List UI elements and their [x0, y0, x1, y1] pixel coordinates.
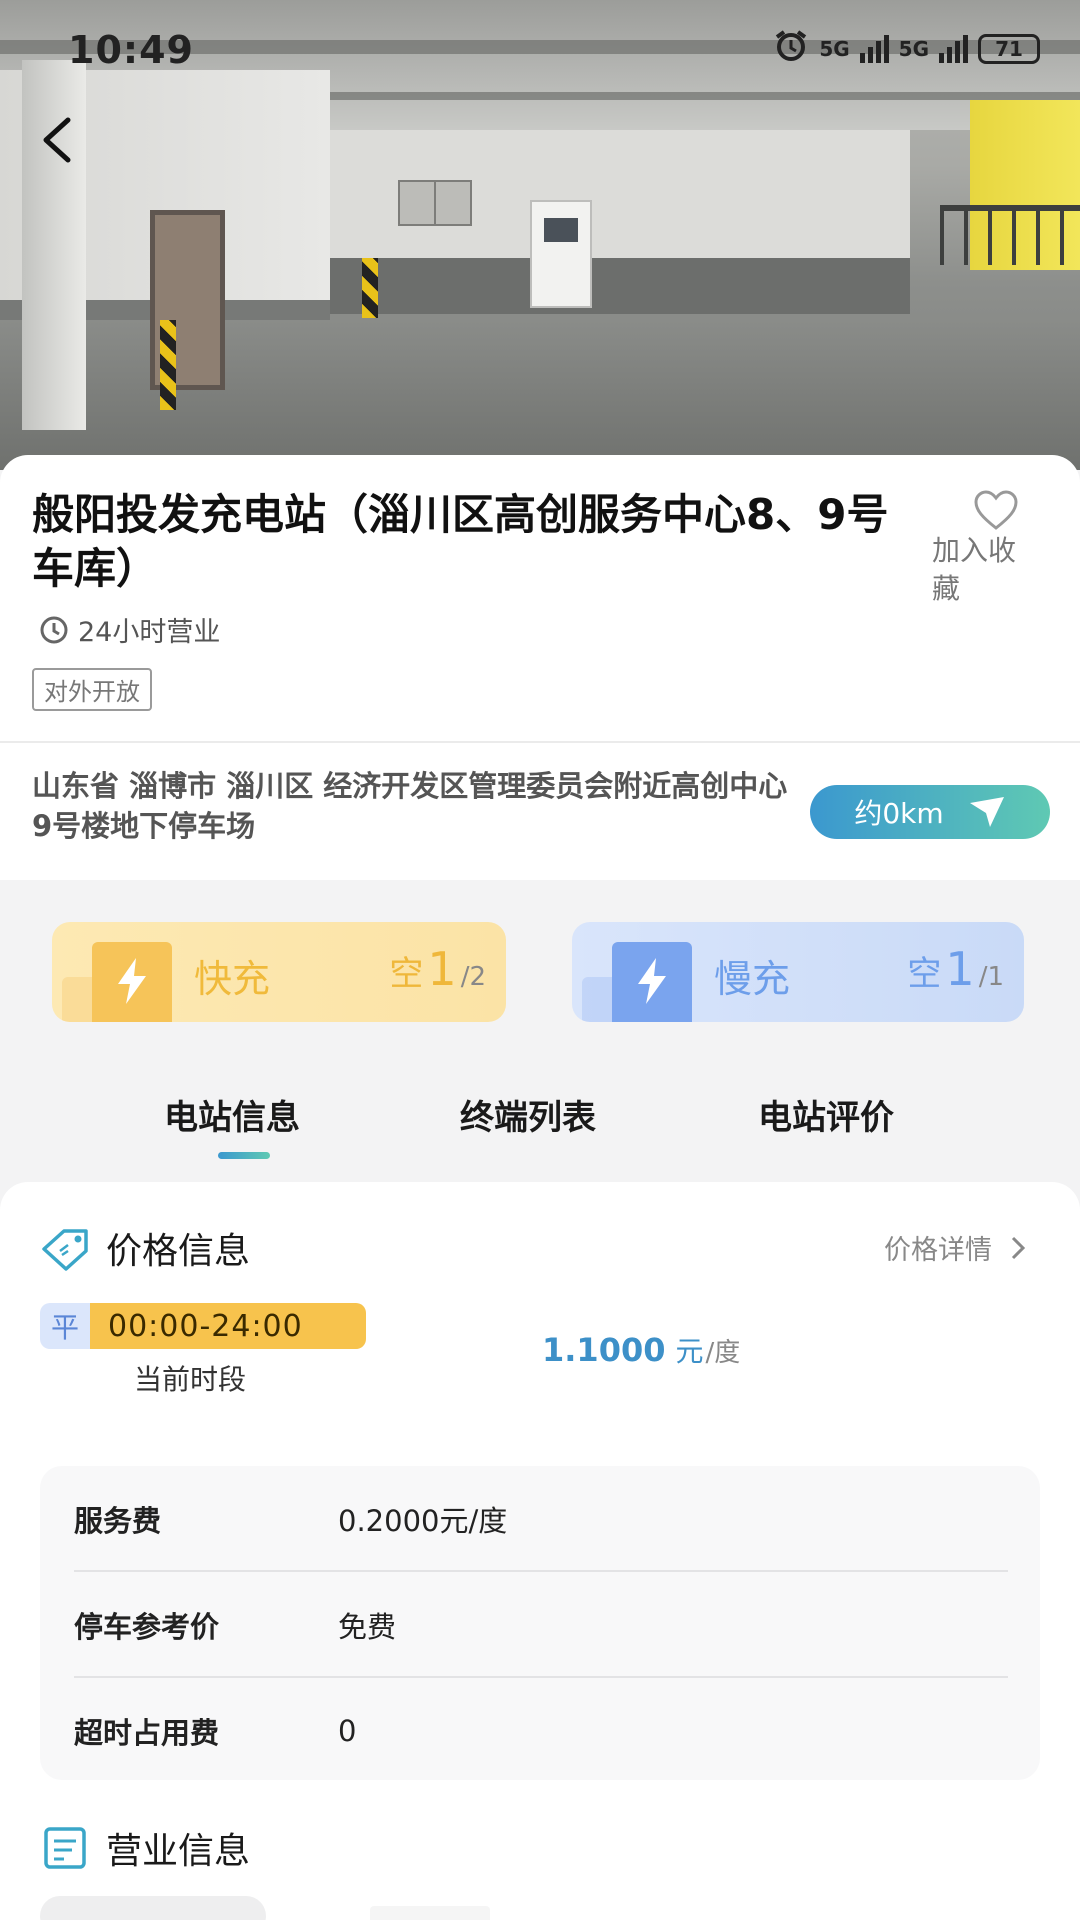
station-address: 山东省 淄博市 淄川区 经济开发区管理委员会附近高创中心9号楼地下停车场	[32, 769, 788, 843]
signal-icon-2	[939, 34, 968, 63]
battery-icon: 71	[978, 33, 1040, 64]
fast-free-prefix: 空	[389, 954, 424, 994]
hours-text: 24小时营业	[78, 617, 221, 648]
current-price: 1.1000 元 /度	[542, 1330, 740, 1370]
access-tag: 对外开放	[32, 668, 152, 711]
favorite-label: 加入收藏	[932, 534, 1017, 605]
signal-icon	[859, 34, 889, 63]
fee-row-service: 服务费 0.2000元/度	[74, 1466, 1008, 1572]
fee-list: 服务费 0.2000元/度 停车参考价 免费 超时占用费 0	[40, 1466, 1040, 1780]
navigation-arrow-icon	[969, 797, 1004, 827]
divider	[0, 741, 1080, 743]
period-range: 00:00-24:00	[90, 1303, 366, 1349]
slow-charge-icon	[612, 942, 692, 1022]
slow-available-count: 1	[945, 942, 975, 996]
slow-total-count: /1	[978, 962, 1004, 992]
business-hours-chip	[40, 1896, 266, 1920]
period-type: 平	[40, 1303, 90, 1349]
status-time: 10:49	[68, 28, 194, 72]
current-period-badge: 平 00:00-24:00	[40, 1303, 366, 1349]
current-period-label: 当前时段	[134, 1363, 247, 1396]
price-value: 1.1000	[542, 1331, 666, 1369]
fast-charge-icon	[92, 942, 172, 1022]
fast-charger-availability: 空 1 /2	[389, 942, 486, 996]
price-detail-label: 价格详情	[884, 1235, 992, 1266]
fee-row-parking: 停车参考价 免费	[74, 1572, 1008, 1678]
tab-terminal-list[interactable]: 终端列表	[460, 1090, 596, 1139]
price-detail-link[interactable]: 价格详情	[884, 1228, 1026, 1267]
slow-charger-card[interactable]: 慢充 空 1 /1	[572, 922, 1024, 1022]
fee-value: 0.2000元/度	[338, 1504, 508, 1538]
slow-free-prefix: 空	[907, 954, 942, 994]
tab-bar: 电站信息 终端列表 电站评价	[0, 1090, 1080, 1160]
distance-label: 约0km	[854, 797, 944, 830]
fee-label: 服务费	[74, 1504, 162, 1538]
business-section-header: 营业信息	[40, 1822, 250, 1874]
status-bar: 10:49 5G 5G 71	[0, 0, 1080, 100]
favorite-button[interactable]: 加入收藏	[932, 488, 1052, 608]
network-label-2: 5G	[898, 36, 929, 61]
clock-icon	[40, 616, 68, 643]
fast-total-count: /2	[460, 962, 486, 992]
fee-value: 免费	[338, 1610, 397, 1644]
network-label-1: 5G	[819, 36, 850, 61]
fast-available-count: 1	[427, 942, 457, 996]
business-hours-value	[370, 1906, 490, 1920]
slow-charger-label: 慢充	[714, 957, 791, 1001]
fee-label: 停车参考价	[74, 1610, 220, 1644]
back-icon[interactable]	[38, 112, 78, 172]
business-section-title: 营业信息	[106, 1831, 251, 1872]
station-detail-page: 10:49 5G 5G 71 般阳投发充电站（淄川区高创服务中心8、9号车库） …	[0, 0, 1080, 1920]
tab-station-info[interactable]: 电站信息	[164, 1090, 300, 1139]
price-section-title: 价格信息	[106, 1231, 251, 1272]
fee-row-overtime: 超时占用费 0	[74, 1678, 1008, 1784]
tab-station-reviews[interactable]: 电站评价	[758, 1090, 894, 1139]
heart-icon	[974, 490, 1018, 530]
active-tab-indicator	[218, 1152, 270, 1159]
fast-charger-label: 快充	[194, 957, 271, 1001]
fee-label: 超时占用费	[74, 1716, 220, 1750]
slow-charger-availability: 空 1 /1	[907, 942, 1004, 996]
fee-value: 0	[338, 1714, 357, 1748]
station-name: 般阳投发充电站（淄川区高创服务中心8、9号车库）	[32, 490, 889, 593]
price-currency: 元	[675, 1335, 704, 1368]
price-section-header: 价格信息	[40, 1222, 250, 1274]
chevron-right-icon	[1011, 1236, 1026, 1259]
opening-hours: 24小时营业	[38, 610, 220, 649]
fast-charger-card[interactable]: 快充 空 1 /2	[52, 922, 506, 1022]
navigate-button[interactable]: 约0km	[810, 785, 1050, 839]
alarm-icon	[773, 30, 809, 67]
price-per-unit: /度	[705, 1338, 741, 1368]
document-icon	[44, 1827, 86, 1869]
price-tag-icon	[42, 1229, 88, 1271]
